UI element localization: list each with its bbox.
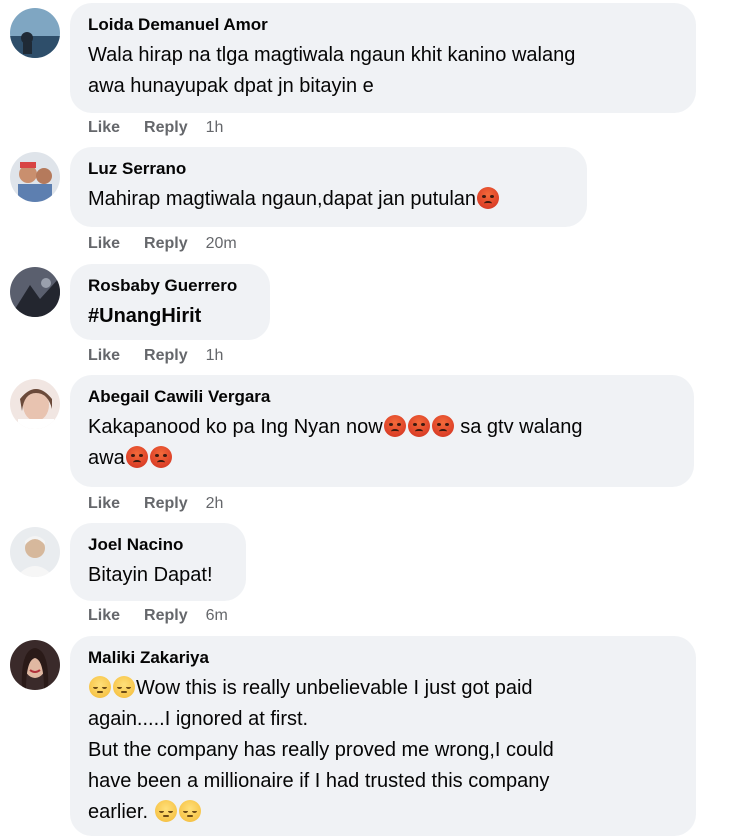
comment-author[interactable]: Loida Demanuel Amor [88,14,678,36]
reply-button[interactable]: Reply [144,347,188,364]
like-button[interactable]: Like [88,235,120,252]
comment-actions: Like Reply 6m [88,606,228,626]
angry-face-emoji-icon [407,415,430,437]
reply-button[interactable]: Reply [144,607,188,624]
reply-button[interactable]: Reply [144,495,188,512]
relieved-face-emoji-icon [178,800,201,822]
comment-bubble: Rosbaby Guerrero #UnangHirit [70,264,270,340]
comment-author[interactable]: Luz Serrano [88,158,569,180]
reply-button[interactable]: Reply [144,119,188,136]
comment-author[interactable]: Joel Nacino [88,534,228,556]
angry-face-emoji-icon [383,415,406,437]
comment-hashtag[interactable]: #UnangHirit [88,301,252,332]
relieved-face-emoji-icon [154,800,177,822]
comment-text: Wow this is really unbelievable I just g… [88,673,678,828]
comment-text-content: Wow this is really unbelievable I just g… [136,677,533,699]
avatar-image [10,152,60,202]
comment-author[interactable]: Rosbaby Guerrero [88,275,252,297]
relieved-face-emoji-icon [89,676,111,698]
avatar-image [10,527,60,577]
avatar-image [10,8,60,58]
comment-timestamp[interactable]: 20m [206,235,237,252]
comment-bubble: Loida Demanuel Amor Wala hirap na tlga m… [70,3,696,113]
like-button[interactable]: Like [88,347,120,364]
avatar[interactable] [10,267,60,317]
comment-actions: Like Reply 2h [88,494,223,514]
comment-text-content: Kakapanood ko pa Ing Nyan now [88,416,383,438]
reply-button[interactable]: Reply [144,235,188,252]
avatar-image [10,640,60,690]
like-button[interactable]: Like [88,495,120,512]
comment-timestamp[interactable]: 1h [206,119,224,136]
avatar[interactable] [10,527,60,577]
comment-actions: Like Reply 1h [88,118,223,138]
comment-author[interactable]: Maliki Zakariya [88,647,678,669]
like-button[interactable]: Like [88,607,120,624]
avatar[interactable] [10,379,60,429]
avatar[interactable] [10,152,60,202]
angry-face-emoji-icon [477,187,500,209]
angry-face-emoji-icon [149,446,172,468]
comment-bubble: Maliki Zakariya Wow this is really unbel… [70,636,696,836]
comment-author[interactable]: Abegail Cawili Vergara [88,386,676,408]
comment-actions: Like Reply 20m [88,234,237,254]
avatar[interactable] [10,8,60,58]
avatar-image [10,379,60,429]
comment-timestamp[interactable]: 1h [206,347,224,364]
comment-text: Mahirap magtiwala ngaun,dapat jan putula… [88,184,569,215]
comment-text: Bitayin Dapat! [88,564,213,586]
comment-text: Wala hirap na tlga magtiwala ngaun khit … [88,44,576,97]
comment-bubble: Abegail Cawili Vergara Kakapanood ko pa … [70,375,694,487]
comment-actions: Like Reply 1h [88,346,223,366]
avatar-image [10,267,60,317]
angry-face-emoji-icon [431,415,454,437]
like-button[interactable]: Like [88,119,120,136]
comment-text-content: sa gtv walang [454,416,583,438]
comment-text: Kakapanood ko pa Ing Nyan now sa gtv wal… [88,412,676,474]
comment-bubble: Joel Nacino Bitayin Dapat! [70,523,246,601]
comment-bubble: Luz Serrano Mahirap magtiwala ngaun,dapa… [70,147,587,227]
avatar[interactable] [10,640,60,690]
comment-text-content: awa [88,447,125,469]
angry-face-emoji-icon [125,446,148,468]
relieved-face-emoji-icon [113,676,135,698]
comment-text-content: Mahirap magtiwala ngaun,dapat jan putula… [88,188,477,210]
comment-timestamp[interactable]: 6m [206,607,228,624]
comment-timestamp[interactable]: 2h [206,495,224,512]
